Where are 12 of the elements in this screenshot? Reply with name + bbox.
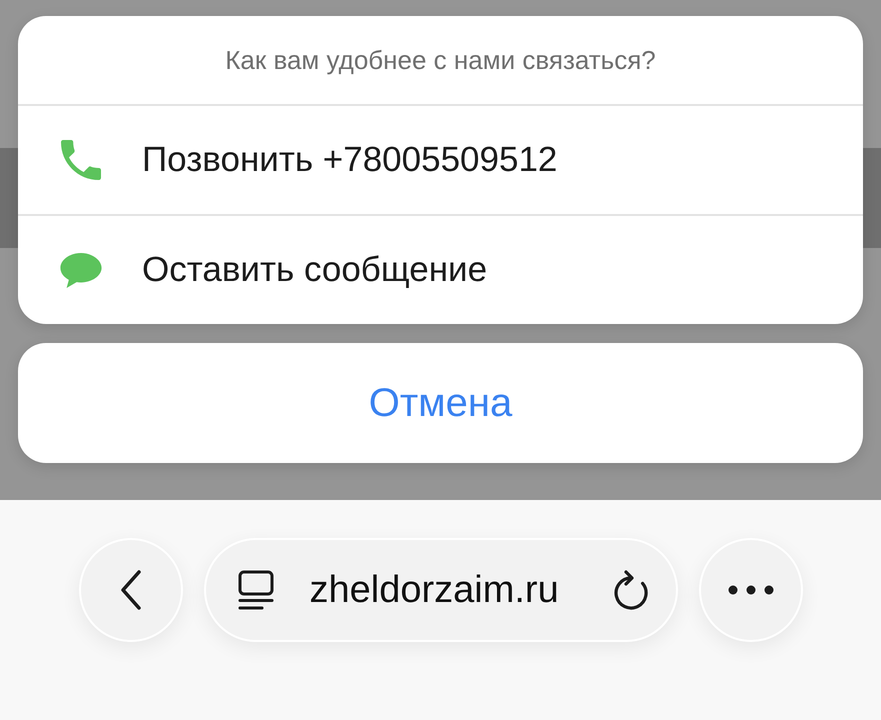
sheet-title: Как вам удобнее с нами связаться? — [225, 44, 656, 76]
reader-icon[interactable] — [238, 570, 274, 610]
cancel-button[interactable]: Отмена — [18, 343, 863, 463]
speech-bubble-icon — [60, 252, 102, 288]
phone-icon — [61, 140, 101, 180]
action-item[interactable]: Позвонить +78005509512 — [18, 104, 863, 214]
address-bar[interactable]: zheldorzaim.ru — [204, 538, 678, 642]
more-icon — [728, 585, 774, 595]
action-item[interactable]: Оставить сообщение — [18, 214, 863, 324]
chevron-left-icon — [120, 570, 142, 610]
reload-icon[interactable] — [614, 570, 650, 610]
url-text: zheldorzaim.ru — [310, 568, 559, 612]
